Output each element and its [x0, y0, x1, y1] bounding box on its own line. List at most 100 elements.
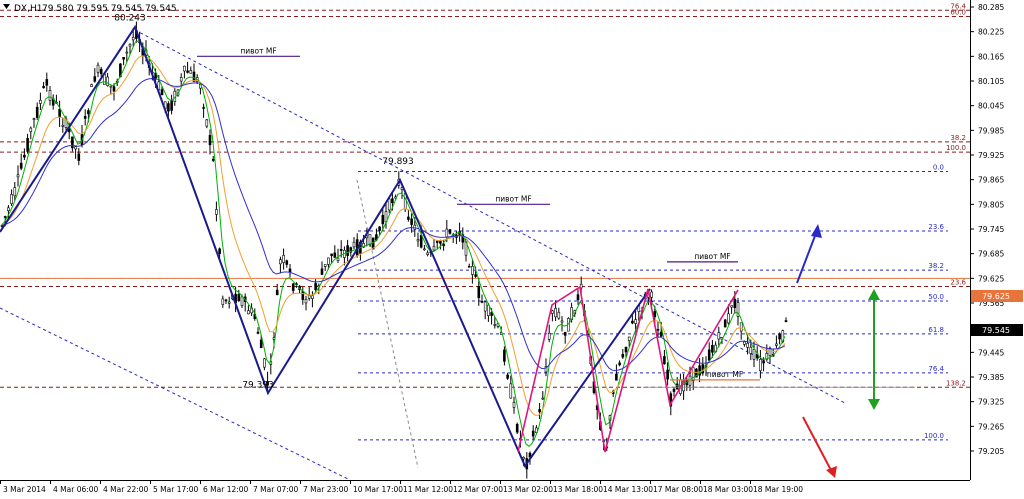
fibo-right-label: 60.0 [950, 8, 966, 16]
candle-body [109, 85, 113, 88]
pivot-label: пивот MF [694, 252, 730, 261]
candle-body [90, 84, 93, 87]
candle-body [291, 283, 295, 291]
candle-body [711, 345, 714, 353]
candle-body [707, 349, 711, 361]
candle-body [522, 456, 525, 460]
candle-body [259, 339, 263, 349]
candle-body [314, 283, 317, 290]
candle-body [32, 118, 36, 120]
price-annotation: 80.243 [114, 13, 146, 23]
candle-body [624, 346, 628, 353]
candle-body [218, 248, 221, 255]
candle-body [179, 77, 183, 82]
fibo-mid-label: 76.4 [928, 365, 944, 373]
candle-body [263, 358, 266, 368]
price-chart[interactable]: 76.4 60.0 38.2 100.0 23.6 138.2 0.0 23.6 38.2 50.… [0, 0, 1024, 495]
candle-body [39, 99, 42, 104]
candle-body [554, 308, 557, 318]
candle-body [419, 235, 423, 248]
candle-body [634, 319, 637, 324]
fibo-right-label: 23.6 [950, 279, 966, 287]
candle-body [723, 319, 727, 328]
candle-body [71, 136, 74, 149]
candle-body [752, 349, 756, 360]
candle-body [381, 215, 385, 225]
candle-body [346, 245, 349, 256]
candle-body [3, 216, 7, 218]
candle-body [35, 106, 39, 118]
candle-body [784, 320, 788, 323]
fibo-mid-label: 61.8 [928, 326, 944, 334]
candle[interactable] [723, 318, 727, 328]
candle-body [423, 248, 426, 251]
fibo-right-label: 100.0 [946, 144, 966, 152]
candle-body [183, 65, 186, 72]
candle-body [205, 119, 209, 127]
candle-body [74, 146, 77, 150]
candle-body [391, 198, 394, 204]
time-tick-label: 4 Mar 22:00 [103, 485, 149, 494]
candle-body [170, 100, 173, 111]
time-tick-label: 5 Mar 17:00 [153, 485, 199, 494]
time-tick-label: 7 Mar 07:00 [253, 485, 299, 494]
price-tick-label: 79.865 [978, 176, 1004, 185]
time-tick-label: 12 Mar 07:00 [453, 485, 503, 494]
candle-body [16, 174, 20, 178]
time-tick-label: 13 Mar 02:00 [503, 485, 553, 494]
time-tick-label: 4 Mar 06:00 [53, 485, 99, 494]
candle-body [13, 187, 17, 197]
candle-body [547, 332, 551, 340]
candle-body [426, 252, 429, 255]
candle-body [733, 298, 737, 309]
candle-body [288, 268, 292, 273]
level-price-marker: 79.625 [971, 290, 1023, 302]
candle-body [128, 44, 132, 47]
symbol-label: DX,H1 [14, 4, 42, 14]
candle-body [775, 343, 778, 346]
candle-body [653, 311, 657, 318]
candle-body [26, 138, 29, 152]
candle-body [538, 409, 541, 413]
candle-body [301, 291, 305, 300]
candle-body [512, 402, 516, 408]
price-annotation: 79.893 [382, 157, 414, 167]
candle-body [432, 246, 436, 251]
candle-body [378, 226, 381, 231]
time-tick-label: 18 Mar 03:00 [703, 485, 753, 494]
candle-body [327, 257, 330, 265]
price-tick-label: 79.925 [978, 151, 1004, 160]
candle[interactable] [368, 234, 372, 247]
price-tick-label: 80.165 [978, 52, 1004, 61]
price-tick-label: 79.805 [978, 200, 1004, 209]
candle-body [19, 162, 23, 169]
candle-body [509, 383, 513, 399]
candle-body [759, 359, 762, 372]
candle-body [96, 64, 100, 73]
candle-body [631, 320, 634, 324]
candle-body [746, 343, 749, 348]
candle-body [493, 324, 497, 326]
candle-body [275, 289, 279, 296]
candle-body [435, 240, 439, 243]
candle-body [333, 252, 337, 258]
candle-body [467, 266, 471, 268]
candle-body [717, 332, 721, 340]
candle-body [739, 322, 743, 332]
candle-body [93, 76, 97, 82]
price-annotation: 79.393 [242, 381, 274, 391]
time-tick-label: 11 Mar 12:00 [403, 485, 453, 494]
chart-window[interactable]: 76.4 60.0 38.2 100.0 23.6 138.2 0.0 23.6 38.2 50.… [0, 0, 1024, 495]
candle-body [282, 255, 285, 263]
candle-body [410, 218, 413, 225]
candle-body [727, 313, 730, 324]
candle[interactable] [515, 422, 519, 434]
price-tick-label: 80.105 [978, 77, 1004, 86]
candle-body [675, 383, 679, 390]
candle-body [323, 264, 327, 267]
candle-body [10, 194, 13, 204]
candle-body [618, 362, 621, 366]
price-tick-label: 79.445 [978, 348, 1004, 357]
candle-body [122, 57, 125, 60]
candle-body [42, 86, 45, 89]
